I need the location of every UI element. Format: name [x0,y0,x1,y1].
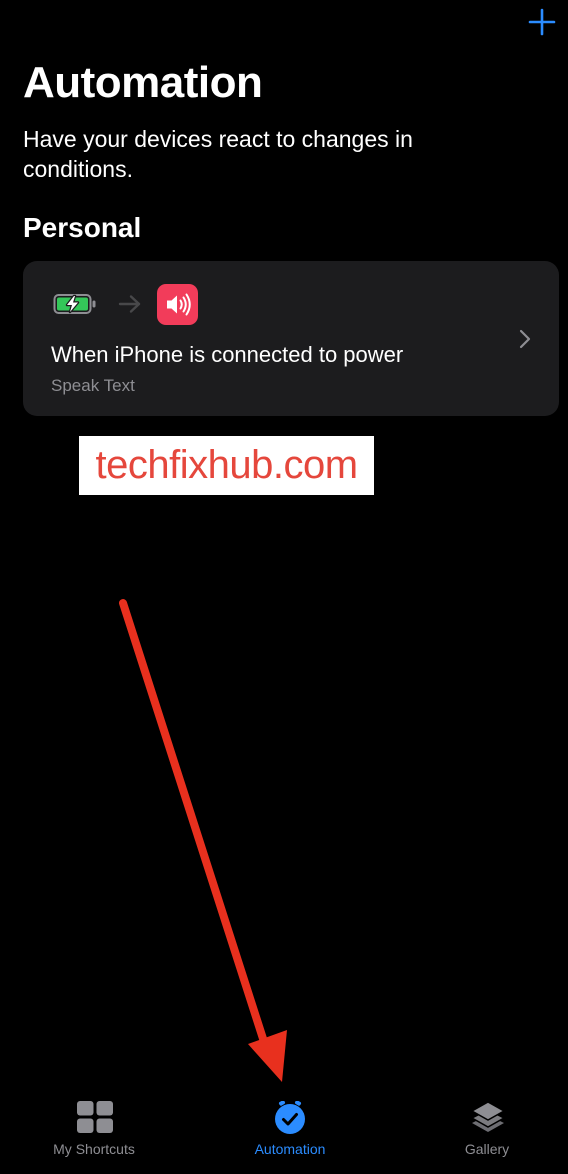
tab-label: Automation [254,1141,326,1157]
automation-card[interactable]: When iPhone is connected to power Speak … [23,261,559,416]
tab-label: Gallery [464,1141,510,1157]
tab-label: My Shortcuts [53,1141,135,1157]
tab-gallery[interactable]: Gallery [407,1090,567,1174]
tab-my-shortcuts[interactable]: My Shortcuts [14,1090,174,1174]
arrow-right-icon [118,294,142,319]
plus-icon [528,8,556,36]
battery-charging-icon [53,293,97,320]
page-title: Automation [23,58,263,107]
layers-icon [470,1101,506,1132]
tab-bar: My Shortcuts Automation Gallery [0,1090,568,1174]
clock-check-icon [275,1101,305,1134]
section-title-personal: Personal [23,212,142,243]
page-subtitle: Have your devices react to changes in co… [23,126,413,182]
grid-icon [77,1101,113,1133]
add-automation-button[interactable] [528,8,556,36]
speaker-icon [157,284,198,325]
automation-title: When iPhone is connected to power [51,342,404,367]
watermark-text: techfixhub.com [79,436,374,495]
chevron-right-icon [519,329,531,354]
tab-automation[interactable]: Automation [210,1090,370,1174]
automation-action: Speak Text [51,376,135,395]
